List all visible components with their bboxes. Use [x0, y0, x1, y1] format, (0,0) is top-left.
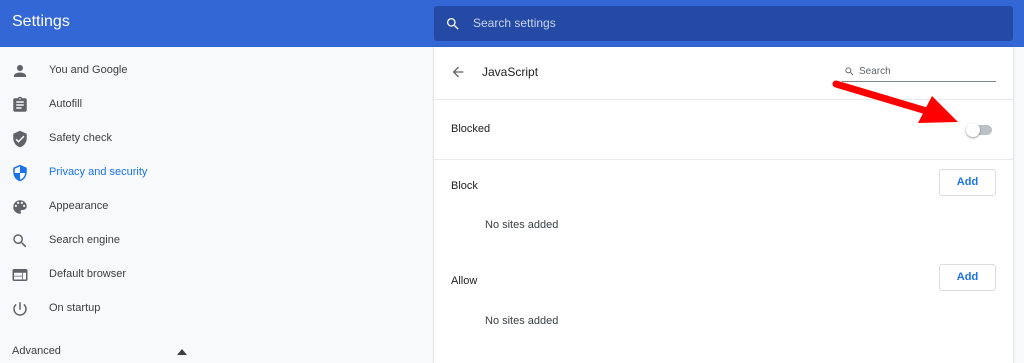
- back-arrow-icon[interactable]: [450, 64, 466, 80]
- browser-icon: [12, 269, 28, 281]
- divider: [434, 99, 1013, 100]
- shield-icon: [13, 164, 27, 182]
- divider: [434, 159, 1013, 160]
- blocked-toggle[interactable]: [966, 123, 994, 137]
- sidebar-item-autofill[interactable]: Autofill: [0, 88, 420, 122]
- sidebar-item-appearance[interactable]: Appearance: [0, 190, 420, 224]
- sidebar-item-on-startup[interactable]: On startup: [0, 292, 420, 326]
- sidebar-item-label: On startup: [49, 302, 101, 314]
- caret-up-icon[interactable]: [177, 349, 187, 355]
- clipboard-icon: [13, 96, 27, 112]
- sidebar-item-safety-check[interactable]: Safety check: [0, 122, 420, 156]
- search-icon: [13, 234, 27, 248]
- site-search-input[interactable]: Search: [859, 66, 891, 77]
- advanced-section-toggle[interactable]: Advanced: [12, 345, 61, 357]
- allow-add-button[interactable]: Add: [939, 264, 996, 291]
- settings-search-input[interactable]: Search settings: [473, 16, 556, 30]
- sidebar-item-privacy-and-security[interactable]: Privacy and security: [0, 156, 420, 190]
- block-empty-text: No sites added: [485, 219, 559, 231]
- sidebar-item-search-engine[interactable]: Search engine: [0, 224, 420, 258]
- site-search-field[interactable]: Search: [842, 61, 996, 82]
- app-title: Settings: [12, 13, 70, 30]
- search-icon: [447, 18, 459, 30]
- block-add-button[interactable]: Add: [939, 169, 996, 196]
- settings-search-bar[interactable]: Search settings: [434, 6, 1013, 41]
- shield-check-icon: [13, 130, 27, 148]
- sidebar-item-default-browser[interactable]: Default browser: [0, 258, 420, 292]
- search-icon: [845, 67, 854, 76]
- sidebar-item-label: Default browser: [49, 268, 127, 280]
- block-section-label: Block: [451, 180, 478, 192]
- allow-empty-text: No sites added: [485, 315, 559, 327]
- sidebar-item-label: Autofill: [49, 98, 83, 110]
- sidebar-item-label: Privacy and security: [49, 166, 148, 178]
- palette-icon: [13, 200, 27, 214]
- sidebar-item-label: Appearance: [49, 200, 109, 212]
- sidebar: You and Google Autofill Safety check Pri…: [0, 47, 420, 363]
- toggle-knob: [966, 123, 980, 137]
- page-title: JavaScript: [482, 65, 539, 79]
- blocked-label: Blocked: [451, 123, 491, 135]
- sidebar-item-label: You and Google: [49, 64, 128, 76]
- person-icon: [14, 65, 26, 77]
- javascript-settings-panel: JavaScript Search Blocked Block Add No s…: [434, 47, 1013, 363]
- top-bar: Settings Search settings: [0, 0, 1024, 47]
- sidebar-item-label: Search engine: [49, 234, 120, 246]
- power-icon: [13, 302, 27, 316]
- sidebar-item-label: Safety check: [49, 132, 112, 144]
- allow-section-label: Allow: [451, 275, 478, 287]
- sidebar-item-you-and-google[interactable]: You and Google: [0, 54, 420, 88]
